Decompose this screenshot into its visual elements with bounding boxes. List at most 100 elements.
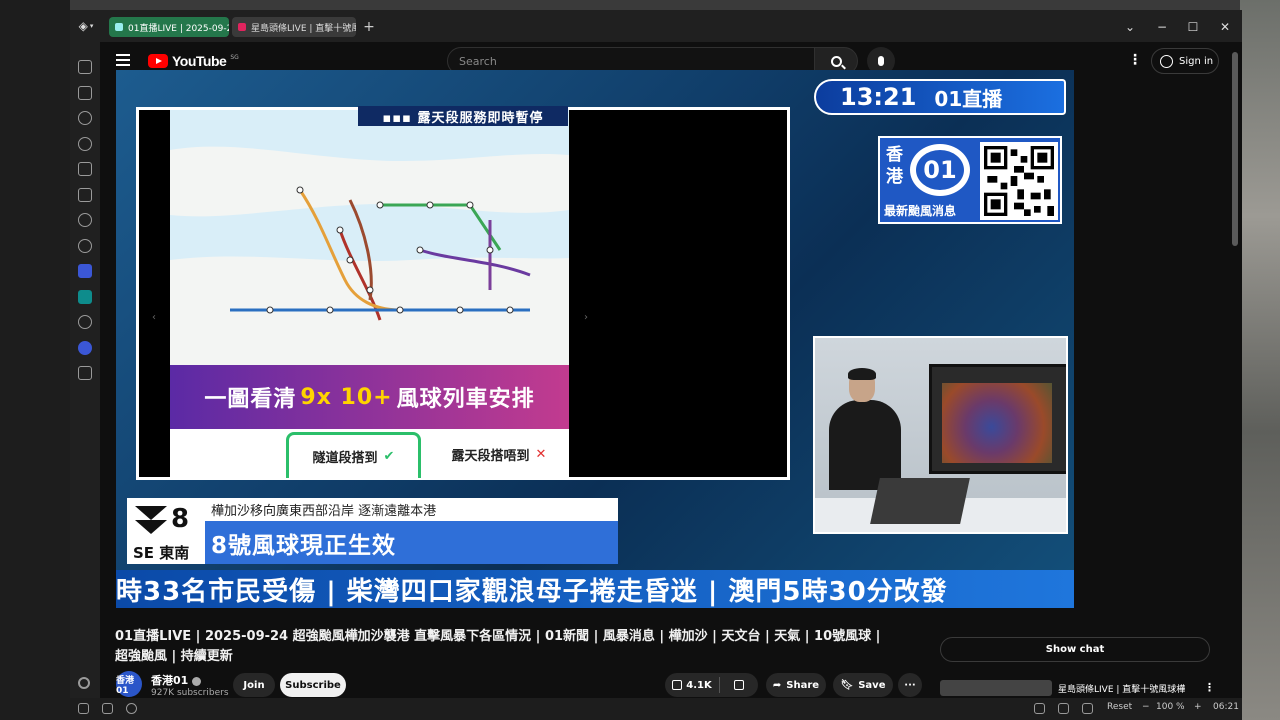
banner-text-pre: 一圖看清 — [204, 387, 297, 412]
cloud-sync-icon[interactable] — [126, 703, 137, 714]
add-panel-icon[interactable] — [78, 366, 92, 380]
history-icon[interactable] — [78, 137, 92, 151]
banner-signal-numbers: 9x 10+ — [300, 384, 393, 410]
tunnel-ok-label: 隧道段搭到 — [312, 451, 378, 466]
like-dislike-group: 4.1K — [665, 673, 758, 697]
thumbs-up-icon — [672, 680, 683, 690]
account-icon — [1160, 54, 1173, 68]
tab-label: 星島頭條LIVE | 直擊十號風 — [251, 23, 356, 34]
panel-toggle-icon[interactable] — [78, 703, 89, 714]
channel-name[interactable]: 香港01 — [151, 672, 202, 688]
verified-icon — [192, 676, 202, 686]
tab-list-icon[interactable]: ⌄ — [1121, 18, 1139, 36]
web-panel-icon[interactable] — [78, 239, 92, 253]
video-title-line1: 01直播LIVE | 2025-09-24 超強颱風樺加沙襲港 直擊風暴下各區情… — [115, 629, 881, 644]
video-player[interactable]: ▪▪▪ 露天段服務即時暫停 ‹ › 一圖看清 9x 10+ 風球列車安排 隧道段… — [116, 70, 1074, 608]
sync-icon[interactable] — [78, 213, 92, 227]
save-button[interactable]: 🔖︎ Save — [833, 673, 893, 697]
hk01-logo: 01 — [910, 144, 970, 196]
video-title-line2: 超強颱風 | 持續更新 — [115, 649, 233, 664]
page-scrollbar[interactable] — [1232, 52, 1238, 246]
close-icon[interactable]: ✕ — [1216, 18, 1234, 36]
zoom-level[interactable]: 100 % — [1156, 702, 1185, 712]
hk-label: 香港 — [886, 145, 903, 187]
web-panel-chat-icon[interactable] — [78, 290, 92, 304]
desktop-wallpaper — [1240, 0, 1280, 720]
image-toggle-icon[interactable] — [1082, 703, 1093, 714]
youtube-logo[interactable]: YouTube SG — [148, 52, 239, 70]
cross-icon: ✕ — [535, 446, 547, 462]
live-brand: 01直播 — [934, 86, 1003, 111]
youtube-favicon-icon — [238, 23, 246, 31]
page-actions-icon[interactable] — [1058, 703, 1069, 714]
save-label: Save — [858, 679, 886, 691]
menu-icon[interactable] — [116, 54, 130, 66]
web-panel-blue-icon[interactable] — [78, 341, 92, 355]
join-button[interactable]: Join — [233, 673, 275, 697]
notes-icon[interactable] — [78, 162, 92, 176]
translate-icon[interactable] — [78, 188, 92, 202]
like-count: 4.1K — [686, 679, 712, 691]
zoom-out-icon[interactable]: − — [1142, 702, 1150, 712]
next-video-menu-icon[interactable]: ⋮ — [1204, 681, 1215, 694]
chevron-right-icon: › — [584, 312, 588, 323]
sign-in-button[interactable]: Sign in — [1151, 48, 1219, 74]
tab-bar: ◈ ▾ 01直播LIVE | 2025-09-24 星島頭條LIVE | 直擊十號… — [70, 10, 1242, 42]
gear-icon[interactable] — [78, 677, 90, 689]
side-panel — [70, 42, 100, 698]
presenter-camera-feed — [813, 336, 1068, 534]
checkmark-icon: ✔ — [383, 449, 395, 464]
desktop: ◈ ▾ 01直播LIVE | 2025-09-24 星島頭條LIVE | 直擊十號… — [0, 0, 1280, 720]
dislike-button[interactable] — [720, 680, 758, 690]
web-panel-app-icon[interactable] — [78, 264, 92, 278]
more-actions-button[interactable]: ··· — [898, 673, 922, 697]
web-panel-globe-icon[interactable] — [78, 315, 92, 329]
download-icon[interactable] — [78, 111, 92, 125]
service-suspended-banner: ▪▪▪ 露天段服務即時暫停 — [358, 106, 568, 126]
thumbs-down-icon — [734, 680, 744, 690]
qr-caption: 最新颱風消息 — [884, 204, 957, 218]
next-video-thumbnail[interactable] — [940, 680, 1052, 696]
maximize-icon[interactable]: ☐ — [1184, 18, 1202, 36]
signal-triangle-icon — [135, 520, 167, 534]
settings-menu-icon[interactable]: ⋮ — [1128, 52, 1142, 68]
microphone-icon — [878, 56, 884, 66]
share-button[interactable]: ➦ Share — [766, 673, 826, 697]
train-arrangement-banner: 一圖看清 9x 10+ 風球列車安排 — [170, 365, 569, 429]
minimize-icon[interactable]: − — [1153, 18, 1171, 36]
desktop-left-strip — [0, 0, 70, 720]
share-label: Share — [786, 679, 820, 691]
video-title: 01直播LIVE | 2025-09-24 超強颱風樺加沙襲港 直擊風暴下各區情… — [115, 627, 915, 667]
tunnel-section-ok: 隧道段搭到 ✔ — [286, 432, 421, 478]
bookmark-icon[interactable] — [78, 60, 92, 74]
tiling-icon[interactable] — [102, 703, 113, 714]
subscribe-button[interactable]: Subscribe — [280, 673, 346, 697]
vivaldi-menu-icon[interactable]: ◈ ▾ — [74, 16, 98, 36]
presenter — [829, 368, 901, 490]
clock-readout: 06:21 — [1213, 702, 1239, 712]
reset-zoom-button[interactable]: Reset — [1107, 702, 1132, 712]
desktop-top-strip — [0, 0, 1280, 10]
signal-number: 8 — [171, 504, 190, 534]
hk01-qr-box: 香港 01 最新颱風消息 — [878, 136, 1062, 224]
signal-direction: SE 東南 — [133, 544, 190, 562]
news-ticker: 時33名市民受傷 | 柴灣四口家觀浪母子捲走昏迷 | 澳門5時30分改發 — [116, 570, 1074, 608]
channel-name-text: 香港01 — [151, 674, 189, 687]
tab-singtao-live[interactable]: 星島頭條LIVE | 直擊十號風 — [232, 17, 356, 37]
live-clock: 13:21 01直播 — [814, 79, 1066, 115]
search-icon — [830, 55, 842, 67]
zoom-in-icon[interactable]: + — [1194, 702, 1202, 712]
tab-01-live[interactable]: 01直播LIVE | 2025-09-24 — [109, 17, 229, 37]
tab-label: 01直播LIVE | 2025-09-24 — [128, 23, 229, 34]
capture-icon[interactable] — [1034, 703, 1045, 714]
channel-avatar[interactable]: 香港 01 — [116, 671, 142, 697]
like-button[interactable]: 4.1K — [665, 677, 720, 693]
plus-icon[interactable]: + — [360, 18, 378, 36]
reading-list-icon[interactable] — [78, 86, 92, 100]
status-bar: Reset − 100 % + 06:21 — [70, 698, 1242, 720]
show-chat-button[interactable]: Show chat — [940, 637, 1210, 662]
chevron-left-icon: ‹ — [152, 312, 156, 323]
mtr-map-image — [170, 110, 569, 365]
open-no-label: 露天段搭唔到 — [451, 448, 530, 464]
next-video-title[interactable]: 星島頭條LIVE | 直擊十號風球樺 — [1058, 682, 1185, 695]
